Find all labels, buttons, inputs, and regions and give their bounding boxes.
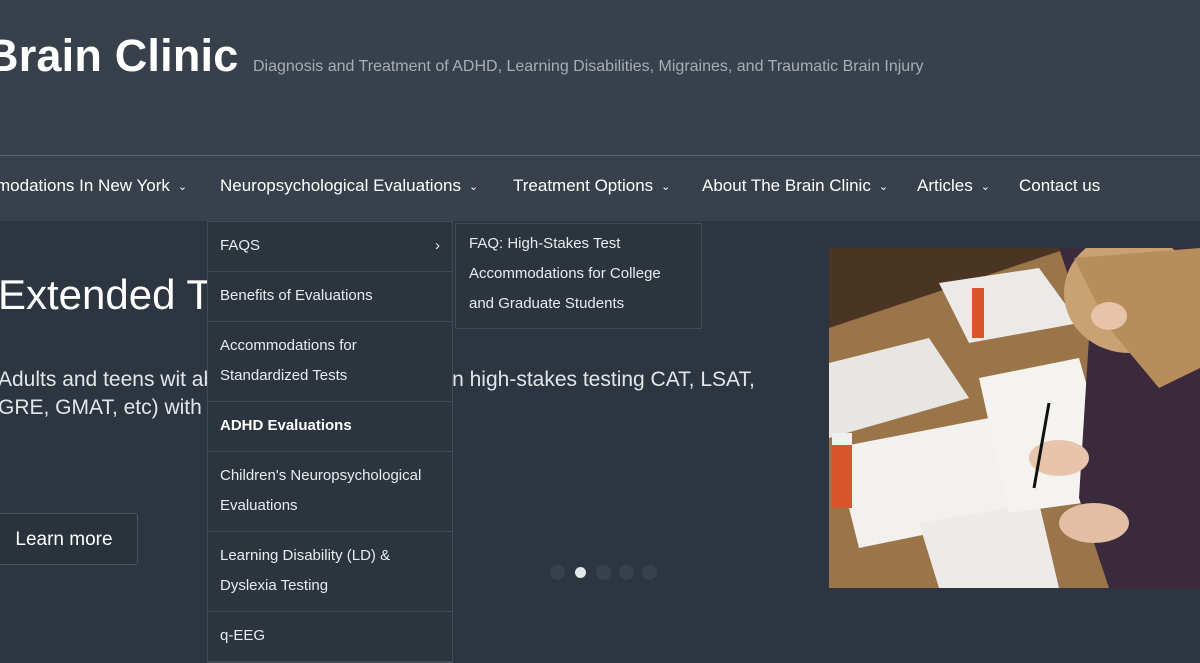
nav-item-neuropsychological-evaluations[interactable]: Neuropsychological Evaluations ⌄ — [220, 176, 478, 196]
slide-dot-active[interactable] — [575, 567, 586, 578]
menu-item-q-eeg[interactable]: q-EEG — [208, 612, 452, 662]
menu-item-label: Accommodations for Standardized Tests — [220, 337, 357, 384]
nav-item-contact[interactable]: Contact us — [1019, 176, 1100, 196]
menu-item-label: ADHD Evaluations — [220, 417, 352, 434]
slide-dot[interactable] — [550, 565, 565, 580]
menu-item-label: Children's Neuropsychological Evaluation… — [220, 467, 422, 514]
menu-item-accommodations-standardized-tests[interactable]: Accommodations for Standardized Tests — [208, 322, 452, 402]
submenu-item-faq-high-stakes[interactable]: FAQ: High-Stakes Test Accommodations for… — [469, 229, 689, 319]
faqs-submenu: FAQ: High-Stakes Test Accommodations for… — [455, 223, 702, 329]
menu-item-label: Learning Disability (LD) & Dyslexia Test… — [220, 547, 391, 594]
chevron-down-icon: ⌄ — [468, 181, 479, 193]
evaluations-dropdown-menu: FAQS › Benefits of Evaluations Accommoda… — [207, 221, 453, 663]
menu-item-childrens-evaluations[interactable]: Children's Neuropsychological Evaluation… — [208, 452, 452, 532]
learn-more-button[interactable]: Learn more — [0, 513, 138, 565]
nav-item-label: Treatment Options — [513, 176, 654, 195]
nav-item-accommodations[interactable]: modations In New York ⌄ — [0, 176, 187, 196]
menu-item-ld-dyslexia-testing[interactable]: Learning Disability (LD) & Dyslexia Test… — [208, 532, 452, 612]
chevron-right-icon: › — [435, 237, 440, 254]
nav-item-about[interactable]: About The Brain Clinic ⌄ — [702, 176, 888, 196]
main-nav: modations In New York ⌄ Neuropsychologica… — [0, 156, 1200, 221]
menu-item-label: FAQS — [220, 237, 261, 254]
chevron-down-icon: ⌄ — [661, 181, 671, 193]
site-header: Brain Clinic Diagnosis and Treatment of … — [0, 0, 1200, 156]
menu-item-label: q-EEG — [220, 627, 266, 644]
chevron-down-icon: ⌄ — [177, 181, 188, 193]
slide-dot[interactable] — [619, 565, 634, 580]
menu-item-adhd-evaluations[interactable]: ADHD Evaluations — [208, 402, 452, 452]
nav-item-label: Neuropsychological Evaluations — [220, 176, 461, 195]
menu-item-benefits[interactable]: Benefits of Evaluations — [208, 272, 452, 322]
nav-item-label: About The Brain Clinic — [702, 176, 871, 195]
chevron-down-icon: ⌄ — [980, 181, 990, 193]
site-title[interactable]: Brain Clinic — [0, 30, 238, 82]
slide-dot[interactable] — [596, 565, 611, 580]
menu-item-label: Benefits of Evaluations — [220, 287, 373, 304]
nav-item-label: Articles — [917, 176, 973, 195]
site-tagline: Diagnosis and Treatment of ADHD, Learnin… — [253, 58, 924, 75]
student-writing-photo — [829, 248, 1200, 588]
nav-item-label: modations In New York — [0, 176, 170, 195]
photo-illustration — [829, 248, 1200, 588]
nav-item-articles[interactable]: Articles ⌄ — [917, 176, 990, 196]
menu-item-faqs[interactable]: FAQS › — [208, 222, 452, 272]
nav-item-treatment-options[interactable]: Treatment Options ⌄ — [513, 176, 670, 196]
slide-dot[interactable] — [642, 565, 657, 580]
chevron-down-icon: ⌄ — [878, 181, 889, 193]
nav-item-label: Contact us — [1019, 176, 1101, 195]
